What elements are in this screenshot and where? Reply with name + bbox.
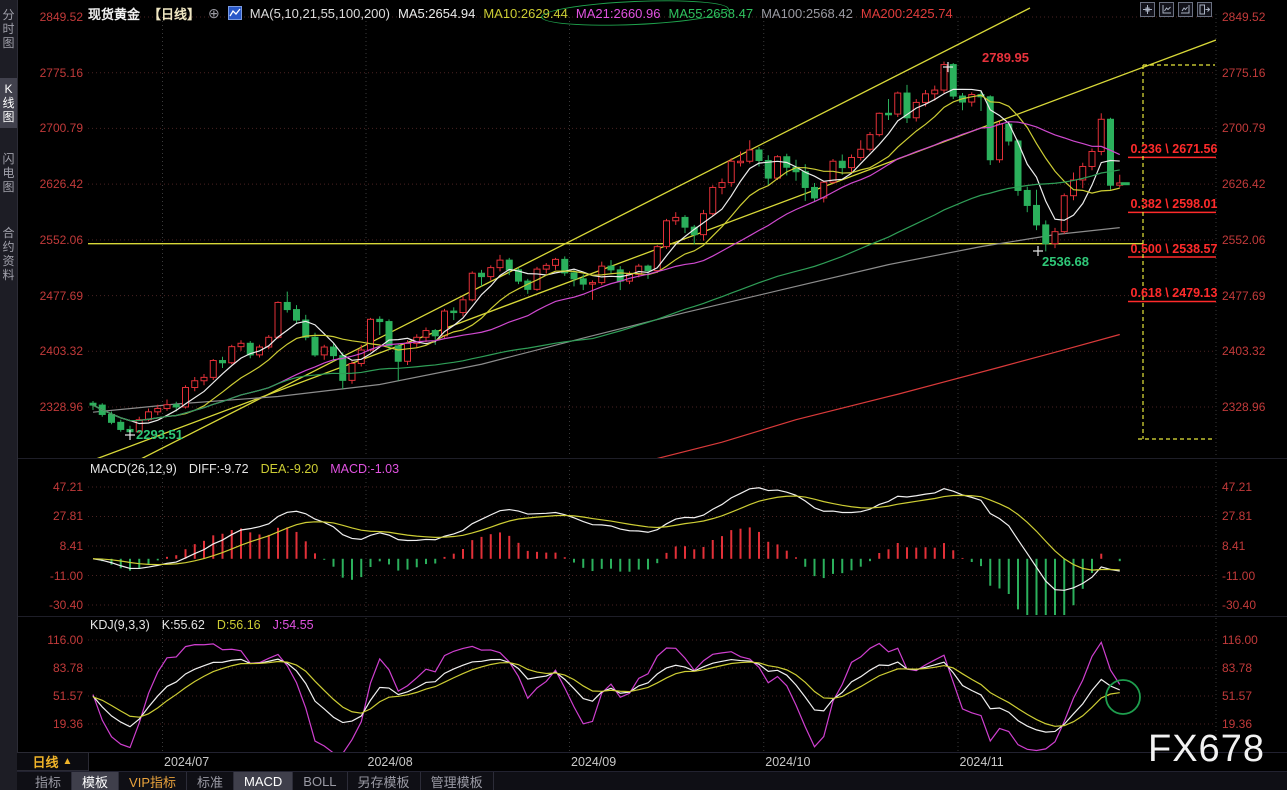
layout-panels-icon[interactable] [1140, 2, 1155, 17]
candlestick-chart-icon[interactable] [228, 6, 242, 20]
tab-indicators[interactable]: 指标 [25, 772, 72, 790]
kdj-params-label: KDJ(9,3,3) [90, 618, 150, 632]
tab-boll[interactable]: BOLL [293, 772, 347, 790]
axis-right-icon[interactable] [1178, 2, 1193, 17]
sidebar-item-lightning-chart[interactable]: 闪电图 [0, 148, 17, 198]
tab-standard[interactable]: 标准 [187, 772, 234, 790]
exit-chart-icon[interactable] [1197, 2, 1212, 17]
tab-macd[interactable]: MACD [234, 772, 293, 790]
period-selector[interactable]: 【日线】 [148, 4, 200, 23]
chart-header: 现货黄金 【日线】 ⊕ MA(5,10,21,55,100,200) MA5:2… [88, 0, 953, 26]
tab-templates[interactable]: 模板 [72, 772, 119, 790]
macd-dea-value: DEA:-9.20 [261, 462, 319, 476]
ma200-value: MA200:2425.74 [861, 6, 953, 21]
ma5-value: MA5:2654.94 [398, 6, 475, 21]
pane-divider [17, 458, 1287, 459]
app-window: 分时图 K线图 闪电图 合约资料 现货黄金 【日线】 ⊕ MA(5,10,21,… [0, 0, 1287, 790]
date-axis-row [17, 752, 1287, 772]
symb: 现货黄金 [88, 4, 140, 23]
kdj-title-row: KDJ(9,3,3) K:55.62 D:56.16 J:54.55 [90, 618, 314, 632]
kdj-j-value: J:54.55 [273, 618, 314, 632]
tab-vip-indicators[interactable]: VIP指标 [119, 772, 187, 790]
left-sidebar: 分时图 K线图 闪电图 合约资料 [0, 0, 18, 790]
macd-params-label: MACD(26,12,9) [90, 462, 177, 476]
period-cell[interactable]: 日线 ▲ [17, 752, 89, 771]
sidebar-item-contract-info[interactable]: 合约资料 [0, 222, 17, 286]
macd-macd-value: MACD:-1.03 [330, 462, 399, 476]
ma-settings-label: MA(5,10,21,55,100,200) [250, 6, 390, 21]
expand-icon[interactable]: ⊕ [208, 5, 220, 22]
triangle-up-icon: ▲ [63, 756, 73, 767]
axis-left-icon[interactable] [1159, 2, 1174, 17]
kdj-d-value: D:56.16 [217, 618, 261, 632]
period-cell-label: 日线 [33, 752, 59, 771]
ma100-value: MA100:2568.42 [761, 6, 853, 21]
macd-title-row: MACD(26,12,9) DIFF:-9.72 DEA:-9.20 MACD:… [90, 462, 399, 476]
candlestick-chart[interactable] [0, 0, 1287, 790]
kdj-k-value: K:55.62 [162, 618, 205, 632]
tab-manage-templates[interactable]: 管理模板 [421, 772, 494, 790]
sidebar-item-kline-chart[interactable]: K线图 [0, 78, 17, 128]
pane-divider [17, 616, 1287, 617]
bottom-tab-bar: 指标 模板 VIP指标 标准 MACD BOLL 另存模板 管理模板 [17, 771, 1287, 790]
sidebar-item-time-chart[interactable]: 分时图 [0, 4, 17, 54]
tab-save-template[interactable]: 另存模板 [348, 772, 421, 790]
macd-diff-value: DIFF:-9.72 [189, 462, 249, 476]
watermark: FX678 [1148, 729, 1265, 769]
chart-toolbar [1140, 2, 1212, 17]
